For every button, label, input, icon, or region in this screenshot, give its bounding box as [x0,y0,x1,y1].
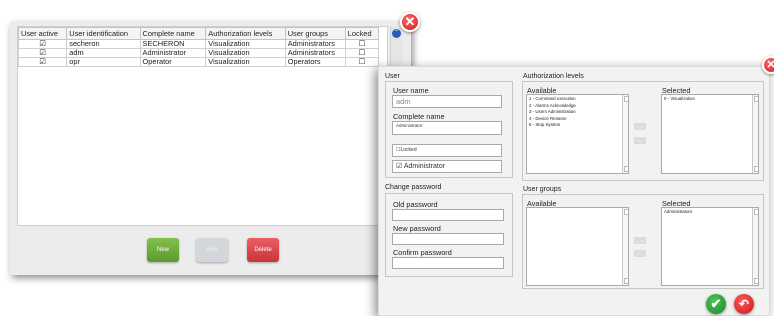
change-password-title: Change password [385,184,442,191]
old-password-field[interactable] [392,209,504,221]
list-item[interactable]: 3 - Users Administration [529,109,626,116]
users-table-container: User active User identification Complete… [17,26,388,226]
list-item[interactable]: 4 - Device Rename [529,116,626,123]
table-header-row: User active User identification Complete… [17,27,380,40]
list-item[interactable]: Administrators [664,209,756,216]
cell-user-group: Operators [284,57,346,67]
cell-complete-name: Operator [139,57,207,67]
column-header[interactable]: User groups [284,27,346,40]
move-left-button[interactable]: <--- [634,137,646,144]
column-header[interactable]: Complete name [139,27,207,40]
authorization-levels-title: Authorization levels [523,73,584,80]
new-button[interactable]: New [147,238,179,262]
undo-icon[interactable]: ↶ [734,294,754,314]
active-checkbox[interactable]: ☑ [17,57,68,67]
complete-name-field[interactable]: Administrator [392,121,502,135]
auth-selected-list[interactable]: 0 - Visualization [661,94,759,174]
move-right-button[interactable]: ---> [634,123,646,130]
close-icon[interactable]: ✕ [400,12,420,32]
confirm-check-icon[interactable]: ✔ [706,294,726,314]
new-password-field[interactable] [392,233,504,245]
locked-checkbox[interactable]: ☐Locked [392,144,502,157]
close-icon[interactable]: ✕ [762,56,774,74]
scroll-up-icon[interactable]: ⌃ [392,29,401,38]
locked-checkbox[interactable]: ☐ [344,57,380,67]
user-groups-title: User groups [523,186,562,193]
list-scrollbar[interactable] [622,208,628,285]
list-scrollbar[interactable] [752,208,758,285]
confirm-password-label: Confirm password [393,248,452,257]
list-item[interactable]: 2 - Alarms Acknowledge [529,103,626,110]
new-password-label: New password [393,224,441,233]
delete-button[interactable]: Delete [247,238,279,262]
user-name-label: User name [393,86,429,95]
confirm-password-field[interactable] [392,257,504,269]
users-list-window: User active User identification Complete… [10,22,411,275]
list-scrollbar[interactable] [752,95,758,173]
list-item[interactable]: 0 - Visualization [664,96,756,103]
list-item[interactable]: 1 - Command execution [529,96,626,103]
user-editor-window: User User name adm Complete name Adminis… [378,66,770,316]
user-section-title: User [385,73,400,80]
list-item[interactable]: 5 - Stop System [529,122,626,129]
auth-available-list[interactable]: 1 - Command execution 2 - Alarms Acknowl… [526,94,629,174]
cell-auth-level: Visualization [205,57,286,67]
groups-selected-list[interactable]: Administrators [661,207,759,286]
groups-available-list[interactable] [526,207,629,286]
complete-name-label: Complete name [393,112,445,121]
column-header[interactable]: User identification [66,27,141,40]
column-header[interactable]: Authorization levels [205,27,286,40]
move-right-button[interactable]: ---> [634,237,646,244]
list-scrollbar[interactable] [622,95,628,173]
edit-button[interactable]: Edit [196,238,228,262]
move-left-button[interactable]: <--- [634,250,646,257]
users-table: User active User identification Complete… [17,27,380,67]
table-row[interactable]: ☑ opr Operator Visualization Operators ☐ [17,57,380,67]
user-name-field[interactable]: adm [392,95,502,108]
old-password-label: Old password [393,200,438,209]
cell-user-id: opr [66,57,141,67]
administrator-checkbox[interactable]: ☑ Administrator [392,160,502,173]
column-header[interactable]: Locked [344,27,380,40]
column-header[interactable]: User active [17,27,68,40]
